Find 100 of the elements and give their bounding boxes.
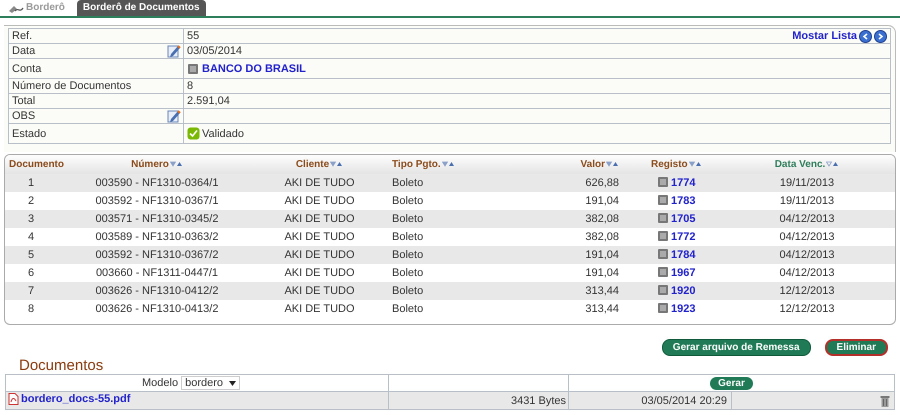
sort-icon bbox=[606, 161, 619, 168]
pdf-file-icon bbox=[8, 393, 19, 405]
field-label: OBS bbox=[12, 110, 36, 122]
table-cell: 12/12/2013 bbox=[779, 285, 835, 297]
table-cell: 6 bbox=[28, 267, 34, 279]
record-link[interactable]: 1705 bbox=[671, 213, 696, 226]
table-cell: AKI DE TUDO bbox=[284, 303, 355, 315]
show-list-link[interactable]: Mostar Lista bbox=[792, 29, 857, 43]
column-header[interactable]: Data Venc. bbox=[774, 158, 840, 172]
caret-icon bbox=[229, 380, 236, 386]
record-link[interactable]: 1783 bbox=[671, 195, 696, 208]
sort-icon bbox=[170, 161, 183, 168]
table-cell: 191,04 bbox=[585, 195, 619, 207]
table-cell: AKI DE TUDO bbox=[284, 249, 355, 261]
field-value: 55 bbox=[187, 29, 200, 43]
table-cell: 19/11/2013 bbox=[780, 195, 834, 207]
table-cell: 313,44 bbox=[585, 285, 619, 297]
field-value: 2.591,04 bbox=[187, 94, 230, 108]
column-header: Documento bbox=[9, 158, 64, 172]
edit-icon bbox=[167, 109, 181, 123]
previous-button[interactable] bbox=[859, 30, 872, 42]
record-link[interactable]: 1784 bbox=[671, 249, 696, 262]
sort-icon bbox=[442, 161, 455, 168]
field-label: Total bbox=[12, 95, 36, 107]
sort-icon bbox=[688, 161, 702, 168]
record-link[interactable]: 1920 bbox=[671, 285, 696, 298]
table-cell: AKI DE TUDO bbox=[284, 213, 355, 225]
table-cell: 4 bbox=[28, 231, 34, 243]
table-cell: 03/05/2014 20:29 bbox=[641, 394, 727, 406]
table-cell: 04/12/2013 bbox=[779, 267, 835, 279]
model-select[interactable]: bordero bbox=[181, 376, 240, 390]
table-cell: AKI DE TUDO bbox=[284, 267, 355, 279]
table-cell: Boleto bbox=[392, 195, 424, 207]
table-cell: 003660 - NF1311-0447/1 bbox=[96, 267, 218, 279]
table-cell: 003590 - NF1310-0364/1 bbox=[96, 177, 218, 189]
record-link[interactable]: 1774 bbox=[671, 177, 696, 190]
table-cell: 19/11/2013 bbox=[780, 177, 834, 189]
table-cell: AKI DE TUDO bbox=[284, 231, 355, 243]
field-label: Data bbox=[12, 45, 36, 57]
table-cell: 313,44 bbox=[585, 303, 619, 315]
table-cell: Boleto bbox=[392, 267, 424, 279]
delete-button[interactable]: Eliminar bbox=[824, 339, 888, 356]
next-button[interactable] bbox=[874, 30, 887, 42]
table-cell: 04/12/2013 bbox=[779, 213, 835, 225]
table-cell: Boleto bbox=[392, 285, 424, 297]
table-cell: 191,04 bbox=[585, 249, 619, 261]
table-cell: 003589 - NF1310-0363/2 bbox=[96, 231, 218, 243]
check-icon bbox=[187, 127, 200, 140]
column-header[interactable]: Valor bbox=[580, 158, 619, 172]
sort-icon bbox=[330, 161, 344, 168]
table-cell: AKI DE TUDO bbox=[284, 285, 355, 297]
tab[interactable]: Borderô de Documentos bbox=[76, 0, 206, 16]
table-cell: 8 bbox=[28, 303, 34, 315]
column-header[interactable]: Registo bbox=[651, 158, 702, 172]
record-link[interactable]: 1772 bbox=[671, 231, 696, 244]
delete-file-button[interactable] bbox=[880, 394, 890, 407]
table-cell: 2 bbox=[28, 195, 34, 207]
table-cell: 191,04 bbox=[585, 267, 619, 279]
trash-icon bbox=[880, 394, 890, 407]
table-cell: 04/12/2013 bbox=[779, 249, 835, 261]
field-label: Número de Documentos bbox=[12, 80, 132, 92]
table-cell: 5 bbox=[28, 249, 34, 261]
column-header[interactable]: Tipo Pgto. bbox=[392, 158, 455, 172]
column-header[interactable]: Cliente bbox=[296, 158, 344, 172]
record-link[interactable]: 1923 bbox=[671, 303, 696, 316]
table-cell: Boleto bbox=[392, 249, 424, 261]
column-header[interactable]: Número bbox=[131, 158, 183, 172]
table-cell: 382,08 bbox=[585, 231, 619, 243]
table-cell: 3 bbox=[28, 213, 34, 225]
edit-icon bbox=[167, 44, 181, 58]
field-label: Modelo bbox=[142, 376, 178, 390]
table-cell: 003626 - NF1310-0412/2 bbox=[96, 285, 218, 297]
sort-icon bbox=[826, 161, 840, 168]
table-cell: 04/12/2013 bbox=[779, 231, 835, 243]
section-title: Documentos bbox=[18, 357, 104, 374]
generate-button[interactable]: Gerar bbox=[710, 377, 753, 390]
table-cell: 003571 - NF1310-0345/2 bbox=[96, 213, 218, 225]
field-value: 03/05/2014 bbox=[187, 44, 242, 58]
table-cell: 12/12/2013 bbox=[779, 303, 835, 315]
account-link[interactable]: BANCO DO BRASIL bbox=[202, 62, 306, 76]
table-cell: 003626 - NF1310-0413/2 bbox=[96, 303, 218, 315]
table-cell: Boleto bbox=[392, 303, 424, 315]
generate-remittance-button[interactable]: Gerar arquivo de Remessa bbox=[662, 339, 811, 356]
table-cell: 7 bbox=[28, 285, 34, 297]
table-cell: 003592 - NF1310-0367/1 bbox=[96, 195, 218, 207]
field-label: Conta bbox=[12, 62, 42, 74]
table-cell: Boleto bbox=[392, 231, 424, 243]
field-value: 8 bbox=[187, 79, 194, 93]
table-cell: 382,08 bbox=[585, 213, 619, 225]
table-cell: Boleto bbox=[392, 213, 424, 225]
table-cell: Boleto bbox=[392, 177, 424, 189]
field-label: Estado bbox=[12, 128, 46, 140]
table-cell: AKI DE TUDO bbox=[284, 177, 355, 189]
table-cell: AKI DE TUDO bbox=[284, 195, 355, 207]
status-text: Validado bbox=[202, 126, 244, 140]
table-cell: 003592 - NF1310-0367/2 bbox=[96, 249, 218, 261]
table-cell: 3431 Bytes bbox=[510, 394, 566, 406]
record-link[interactable]: 1967 bbox=[671, 267, 696, 280]
table-cell: 626,88 bbox=[585, 177, 619, 189]
field-label: Ref. bbox=[12, 30, 32, 42]
